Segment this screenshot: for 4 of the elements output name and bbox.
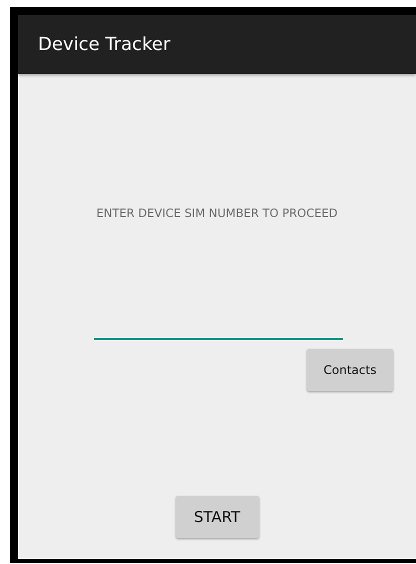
start-button[interactable]: START bbox=[176, 496, 258, 538]
app-title: Device Tracker bbox=[38, 34, 170, 55]
prompt-text: ENTER DEVICE SIM NUMBER TO PROCEED bbox=[96, 206, 338, 220]
contacts-button[interactable]: Contacts bbox=[307, 349, 393, 391]
